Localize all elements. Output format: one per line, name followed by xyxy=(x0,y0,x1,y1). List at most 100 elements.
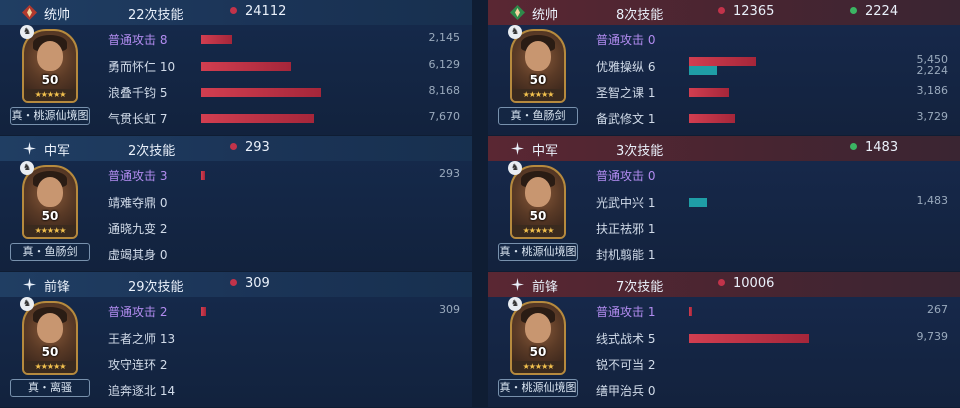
skill-use-count: 6 xyxy=(647,60,656,74)
skill-row: 普通攻击 2 309 xyxy=(108,301,460,321)
portrait-face xyxy=(525,41,551,71)
skill-name-text: 追奔逐北 xyxy=(108,384,157,398)
right-team-panel: 统帅 8次技能 12365 2224 50 ★★★★★ ♞ 真・鱼肠剑 普通攻击 0 优雅操纵 6… xyxy=(488,0,960,408)
weapon-label[interactable]: 真・桃源仙境图 xyxy=(498,243,578,261)
skill-row: 靖难夺鼎 0 xyxy=(108,192,460,212)
damage-dot-icon xyxy=(718,7,725,14)
star-rating: ★★★★★ xyxy=(512,361,564,373)
hero-body: 50 ★★★★★ ♞ 真・桃源仙境图 普通攻击 1 267 线式战术 5 9,739 锐不可当 … xyxy=(488,297,960,407)
total-damage-value: 293 xyxy=(245,140,270,155)
skill-name: 封机翦能 1 xyxy=(596,246,655,263)
hero-header: 前锋 7次技能 10006 xyxy=(488,272,960,297)
hero-header: 中军 2次技能 293 xyxy=(0,136,472,161)
damage-bar xyxy=(689,307,692,316)
skill-use-count: 1 xyxy=(647,248,656,262)
skill-use-count: 0 xyxy=(647,169,656,183)
skill-count: 2次技能 xyxy=(128,144,176,159)
skill-use-count: 10 xyxy=(159,60,176,74)
skill-name-text: 浪叠千钧 xyxy=(108,86,157,100)
skill-use-count: 2 xyxy=(647,358,656,372)
hero-body: 50 ★★★★★ ♞ 真・桃源仙境图 普通攻击 0 光武中兴 1 1,483 扶正祛邪 1 封机… xyxy=(488,161,960,271)
hero-portrait[interactable]: 50 ★★★★★ xyxy=(510,29,566,103)
skill-row: 普通攻击 3 293 xyxy=(108,165,460,185)
hero-portrait[interactable]: 50 ★★★★★ xyxy=(22,165,78,239)
skill-name-text: 气贯长虹 xyxy=(108,112,157,126)
weapon-label[interactable]: 真・桃源仙境图 xyxy=(10,107,90,125)
total-damage-value: 12365 xyxy=(733,4,775,19)
skill-name: 追奔逐北 14 xyxy=(108,382,175,399)
skill-row: 光武中兴 1 1,483 xyxy=(596,192,948,212)
skill-name: 攻守连环 2 xyxy=(108,356,167,373)
skill-name-text: 普通攻击 xyxy=(596,33,645,47)
weapon-label[interactable]: 真・桃源仙境图 xyxy=(498,379,578,397)
total-heal: 1483 xyxy=(850,140,898,155)
skill-name-text: 靖难夺鼎 xyxy=(108,196,157,210)
heal-dot-icon xyxy=(850,7,857,14)
skill-name-text: 锐不可当 xyxy=(596,358,645,372)
hero-header: 中军 3次技能 1483 xyxy=(488,136,960,161)
skill-row: 线式战术 5 9,739 xyxy=(596,328,948,348)
hero-portrait[interactable]: 50 ★★★★★ xyxy=(510,301,566,375)
hero-portrait[interactable]: 50 ★★★★★ xyxy=(22,301,78,375)
skill-row: 虚竭其身 0 xyxy=(108,244,460,264)
skill-name-text: 普通攻击 xyxy=(108,169,157,183)
damage-bar xyxy=(201,114,314,123)
skill-use-count: 7 xyxy=(159,112,168,126)
skill-damage-value: 2,145 xyxy=(428,31,461,44)
skill-use-count: 2 xyxy=(159,358,168,372)
hero-portrait[interactable]: 50 ★★★★★ xyxy=(510,165,566,239)
total-heal-value: 1483 xyxy=(865,140,899,155)
weapon-label[interactable]: 真・离骚 xyxy=(10,379,90,397)
damage-dot-icon xyxy=(230,143,237,150)
damage-bar xyxy=(201,62,291,71)
heal-dot-icon xyxy=(850,143,857,150)
skill-row: 普通攻击 1 267 xyxy=(596,301,948,321)
commander-icon xyxy=(22,5,37,20)
skill-row: 气贯长虹 7 7,670 xyxy=(108,108,460,128)
skill-name-text: 虚竭其身 xyxy=(108,248,157,262)
skill-name: 普通攻击 8 xyxy=(108,31,167,48)
total-damage: 24112 xyxy=(230,4,286,19)
sparkle-icon xyxy=(22,277,37,292)
skill-name-text: 普通攻击 xyxy=(108,305,157,319)
skill-name: 浪叠千钧 5 xyxy=(108,84,167,101)
skill-name-text: 普通攻击 xyxy=(596,305,645,319)
hero-role: 前锋 xyxy=(532,280,559,295)
total-heal-value: 2224 xyxy=(865,4,899,19)
portrait-face xyxy=(37,41,63,71)
portrait-face xyxy=(37,313,63,343)
horse-icon: ♞ xyxy=(20,25,34,39)
skill-name: 备武修文 1 xyxy=(596,110,655,127)
skill-name: 扶正祛邪 1 xyxy=(596,220,655,237)
skill-count: 7次技能 xyxy=(616,280,664,295)
hero-level: 50 xyxy=(529,73,547,87)
skill-heal-value: 2,224 xyxy=(916,64,949,77)
horse-icon: ♞ xyxy=(20,161,34,175)
skill-row: 通晓九变 2 xyxy=(108,218,460,238)
skill-name: 普通攻击 0 xyxy=(596,31,655,48)
left-team-panel: 统帅 22次技能 24112 50 ★★★★★ ♞ 真・桃源仙境图 普通攻击 8 2,145 勇而… xyxy=(0,0,472,408)
skill-use-count: 13 xyxy=(159,332,176,346)
skill-name-text: 攻守连环 xyxy=(108,358,157,372)
horse-icon: ♞ xyxy=(508,297,522,311)
skill-use-count: 5 xyxy=(647,332,656,346)
skill-name: 普通攻击 3 xyxy=(108,167,167,184)
weapon-label[interactable]: 真・鱼肠剑 xyxy=(10,243,90,261)
star-rating: ★★★★★ xyxy=(24,361,76,373)
hero-portrait[interactable]: 50 ★★★★★ xyxy=(22,29,78,103)
total-damage-value: 24112 xyxy=(245,4,287,19)
skill-name: 锐不可当 2 xyxy=(596,356,655,373)
hero-body: 50 ★★★★★ ♞ 真・离骚 普通攻击 2 309 王者之师 13 攻守连环 2 追奔逐北 1… xyxy=(0,297,472,407)
commander-icon xyxy=(510,5,525,20)
star-rating: ★★★★★ xyxy=(24,225,76,237)
skill-use-count: 0 xyxy=(159,196,168,210)
skill-name-text: 圣智之课 xyxy=(596,86,645,100)
weapon-label[interactable]: 真・鱼肠剑 xyxy=(498,107,578,125)
skill-damage-value: 7,670 xyxy=(428,110,461,123)
sparkle-icon xyxy=(510,141,525,156)
hero-level: 50 xyxy=(41,73,59,87)
skill-name-text: 普通攻击 xyxy=(596,169,645,183)
hero-section: 统帅 8次技能 12365 2224 50 ★★★★★ ♞ 真・鱼肠剑 普通攻击 0 优雅操纵 6… xyxy=(488,0,960,135)
skill-use-count: 2 xyxy=(159,305,168,319)
skill-row: 备武修文 1 3,729 xyxy=(596,108,948,128)
